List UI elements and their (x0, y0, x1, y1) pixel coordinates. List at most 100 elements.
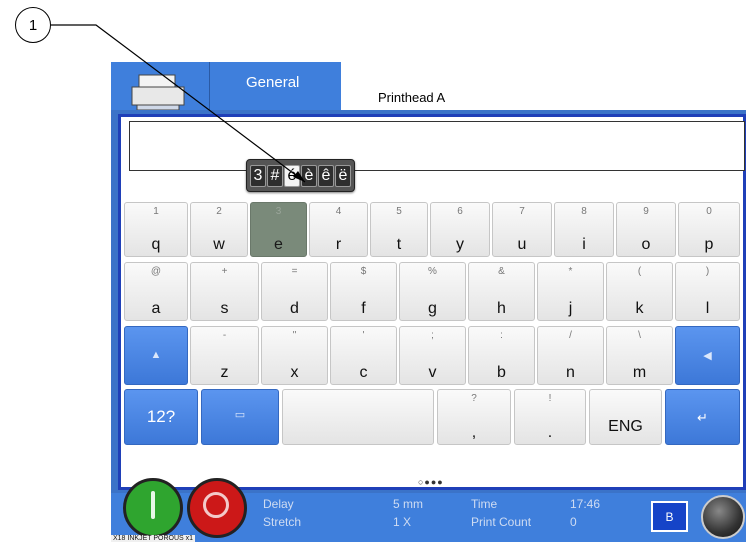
shift-arrow-icon: ▲ (150, 349, 162, 361)
accent-option[interactable]: ë (335, 164, 351, 187)
key-j[interactable]: * j (537, 262, 604, 321)
key-w[interactable]: 2 w (190, 202, 248, 257)
key-k[interactable]: ( k (606, 262, 673, 321)
key-secondary: $ (360, 266, 367, 277)
stretch-label: Stretch (263, 515, 302, 529)
accent-option[interactable]: ê (318, 164, 334, 187)
key-q[interactable]: 1 q (124, 202, 188, 257)
key-primary: a (151, 300, 161, 317)
key-comma[interactable]: ? , (437, 389, 511, 445)
key-secondary: - (222, 330, 227, 341)
key-i[interactable]: 8 i (554, 202, 614, 257)
stretch-value: 1 X (393, 515, 412, 529)
key-secondary: @ (150, 266, 162, 277)
key-secondary: ' (362, 330, 365, 341)
model-label: X18 INKJET POROUS x1 (111, 535, 196, 542)
status-bar: Delay Stretch 5 mm 1 X Time Print Count … (111, 478, 746, 542)
key-n[interactable]: / n (537, 326, 604, 385)
shift-key[interactable]: ▲ (124, 326, 188, 385)
tab-general[interactable]: General (209, 62, 341, 110)
key-primary: q (151, 236, 161, 253)
key-secondary: = (291, 266, 298, 277)
key-primary: w (213, 236, 225, 253)
key-secondary: 6 (457, 206, 463, 217)
hide-keyboard-key[interactable]: ▭ (201, 389, 279, 445)
key-primary: d (290, 300, 299, 317)
printer-tab[interactable] (111, 62, 209, 111)
key-s[interactable]: + s (190, 262, 259, 321)
numeric-toggle-key[interactable]: 12? (124, 389, 198, 445)
key-b[interactable]: : b (468, 326, 535, 385)
language-key[interactable]: ENG (589, 389, 662, 445)
time-label: Time (471, 497, 498, 511)
key-g[interactable]: % g (399, 262, 466, 321)
key-e-pressed[interactable]: 3 e (250, 202, 307, 257)
key-o[interactable]: 9 o (616, 202, 676, 257)
key-secondary: & (498, 266, 505, 277)
key-secondary: 7 (519, 206, 525, 217)
key-primary: n (566, 364, 575, 381)
key-primary: , (471, 424, 477, 441)
accent-option[interactable]: # (267, 164, 283, 187)
print-count-value: 0 (570, 515, 577, 529)
key-primary: . (547, 424, 553, 441)
key-secondary: ( (637, 266, 642, 277)
key-primary: y (456, 236, 464, 253)
space-key[interactable] (282, 389, 434, 445)
key-primary: b (497, 364, 506, 381)
b-button[interactable]: B (651, 501, 688, 532)
stop-button[interactable] (187, 478, 247, 538)
key-primary: e (274, 236, 283, 253)
key-secondary: ; (431, 330, 434, 341)
key-r[interactable]: 4 r (309, 202, 368, 257)
key-secondary: ) (705, 266, 710, 277)
numeric-toggle-label: 12? (146, 407, 176, 426)
status-knob-icon[interactable] (701, 495, 745, 539)
key-d[interactable]: = d (261, 262, 328, 321)
key-primary: m (632, 364, 647, 381)
enter-arrow-icon: ↵ (697, 410, 708, 425)
accent-option[interactable]: è (301, 164, 317, 187)
key-z[interactable]: - z (190, 326, 259, 385)
key-secondary: ? (471, 393, 477, 404)
key-primary: c (359, 364, 368, 381)
key-m[interactable]: \ m (606, 326, 673, 385)
key-secondary: : (500, 330, 503, 341)
key-secondary: % (428, 266, 437, 277)
print-count-label: Print Count (471, 515, 532, 529)
key-p[interactable]: 0 p (678, 202, 740, 257)
text-input-field[interactable] (129, 121, 745, 171)
key-secondary: 1 (153, 206, 159, 217)
key-secondary: 4 (335, 206, 342, 217)
accent-option[interactable]: 3 (250, 164, 266, 187)
key-primary: i (582, 236, 586, 253)
key-secondary: 8 (581, 206, 587, 217)
key-h[interactable]: & h (468, 262, 535, 321)
printhead-title: Printhead A (378, 90, 446, 105)
key-x[interactable]: " x (261, 326, 328, 385)
accent-option-selected[interactable]: é (284, 164, 300, 187)
delay-value: 5 mm (393, 497, 423, 511)
key-t[interactable]: 5 t (370, 202, 428, 257)
key-secondary: / (569, 330, 572, 341)
start-button[interactable] (123, 478, 183, 538)
key-l[interactable]: ) l (675, 262, 740, 321)
key-primary: z (220, 364, 229, 381)
key-primary: l (705, 300, 710, 317)
backspace-key[interactable]: ◀ (675, 326, 740, 385)
key-v[interactable]: ; v (399, 326, 466, 385)
enter-key[interactable]: ↵ (665, 389, 740, 445)
page-indicator: ○●●● (418, 477, 444, 487)
printer-icon (131, 74, 185, 111)
key-primary: v (428, 364, 437, 381)
key-f[interactable]: $ f (330, 262, 397, 321)
key-a[interactable]: @ a (124, 262, 188, 321)
key-u[interactable]: 7 u (492, 202, 552, 257)
key-y[interactable]: 6 y (430, 202, 490, 257)
key-period[interactable]: ! . (514, 389, 586, 445)
key-primary: k (635, 300, 644, 317)
key-primary: o (641, 236, 651, 253)
key-primary: r (335, 236, 342, 253)
key-c[interactable]: ' c (330, 326, 397, 385)
key-secondary: 3 (275, 206, 282, 217)
